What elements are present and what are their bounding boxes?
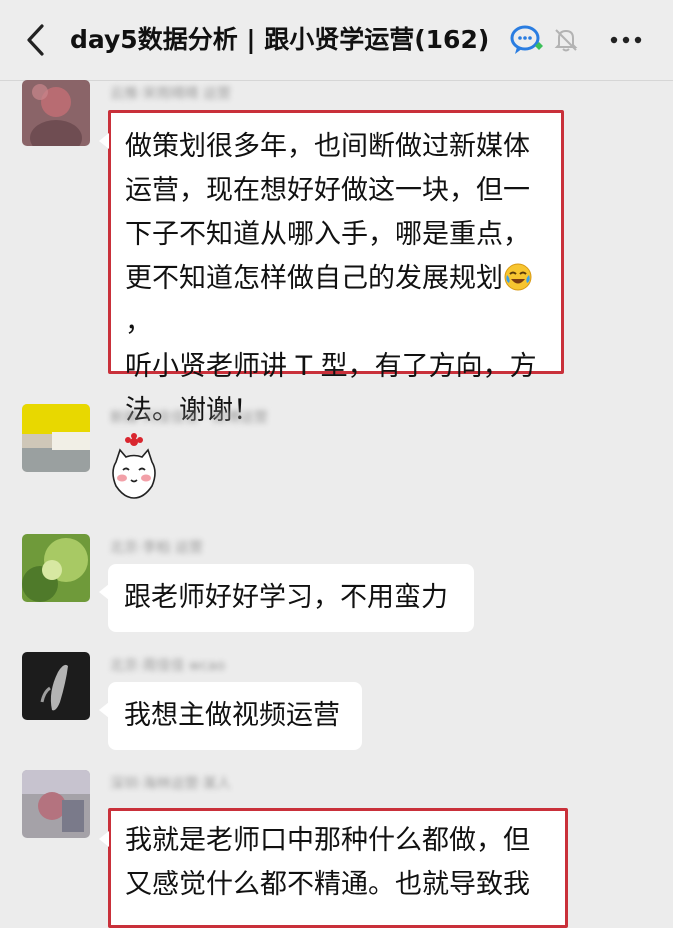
message-bubble[interactable]: 做策划很多年，也间断做过新媒体 运营，现在想好好做这一块，但一 下子不知道从哪入…	[99, 110, 564, 426]
sender-name: 深圳·海林运营·某人	[110, 776, 231, 792]
chat-title: day5数据分析 | 跟小贤学运营(162)	[70, 25, 490, 54]
message-bubble[interactable]: 我就是老师口中那种什么都做，但 又感觉什么都不精通。也就导致我	[99, 808, 568, 928]
sender-name: 云推·宋雨晴晴 运营	[110, 86, 231, 102]
more-icon[interactable]	[606, 30, 646, 50]
message-bubble[interactable]: 跟老师好好学习，不用蛮力	[99, 564, 474, 632]
avatar[interactable]	[22, 652, 90, 720]
chat-header: day5数据分析 | 跟小贤学运营(162)	[0, 0, 673, 81]
cat-sticker-icon[interactable]	[106, 432, 162, 502]
avatar[interactable]	[22, 80, 90, 146]
chat-bubble-icon[interactable]	[509, 24, 545, 58]
laugh-cry-icon	[504, 263, 532, 291]
avatar[interactable]	[22, 770, 90, 838]
sender-name: 北京·李柏 运营	[110, 540, 203, 556]
message-text: 我就是老师口中那种什么都做，但 又感觉什么都不精通。也就导致我	[125, 825, 530, 900]
message-text: 做策划很多年，也间断做过新媒体 运营，现在想好好做这一块，但一 下子不知道从哪入…	[125, 131, 537, 426]
message-text: 我想主做视频运营	[124, 700, 340, 731]
mute-bell-icon	[554, 29, 578, 52]
message-text: 跟老师好好学习，不用蛮力	[124, 582, 448, 613]
back-icon[interactable]	[22, 22, 52, 58]
message-bubble[interactable]: 我想主做视频运营	[99, 682, 362, 750]
sender-name: 北京·周佳佳 wcao	[110, 658, 226, 674]
avatar[interactable]	[22, 534, 90, 602]
sender-name: 新媒·刘佳佳佳 · 微博运营	[110, 410, 268, 426]
avatar[interactable]	[22, 404, 90, 472]
